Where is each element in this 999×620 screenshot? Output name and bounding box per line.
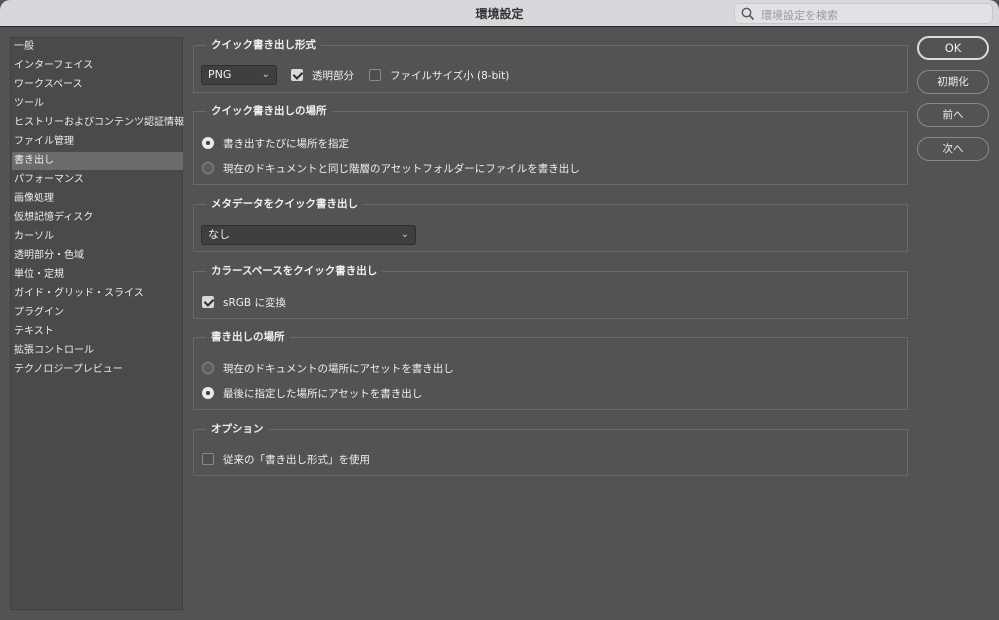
current-document-location-option[interactable]: 現在のドキュメントの場所にアセットを書き出し [202, 360, 454, 376]
reset-button[interactable]: 初期化 [917, 70, 989, 94]
current-document-location-label: 現在のドキュメントの場所にアセットを書き出し [223, 362, 454, 375]
sidebar-item-type[interactable]: テキスト [12, 323, 183, 341]
sidebar-item-cursors[interactable]: カーソル [12, 228, 183, 246]
legacy-export-as-option[interactable]: 従来の「書き出し形式」を使用 [202, 451, 370, 467]
quick-export-location-title: クイック書き出しの場所 [206, 103, 332, 119]
ok-button[interactable]: OK [917, 36, 989, 60]
next-button[interactable]: 次へ [917, 137, 989, 161]
quick-export-location-group: クイック書き出しの場所 書き出すたびに場所を指定 現在のドキュメントと同じ階層の… [193, 103, 908, 185]
sidebar-item-image-processing[interactable]: 画像処理 [12, 190, 183, 208]
metadata-title: メタデータをクイック書き出し [206, 196, 363, 212]
chevron-down-icon: ⌄ [400, 229, 409, 240]
sidebar-item-export[interactable]: 書き出し [12, 152, 183, 170]
sidebar-item-file-handling[interactable]: ファイル管理 [12, 133, 183, 151]
transparency-checkbox[interactable] [291, 69, 303, 81]
metadata-select-value: なし [208, 228, 230, 241]
prev-button[interactable]: 前へ [917, 103, 989, 127]
search-field[interactable]: 環境設定を検索 [734, 3, 993, 24]
last-location-radio[interactable] [202, 387, 214, 399]
current-document-location-radio[interactable] [202, 362, 214, 374]
sidebar-item-workspace[interactable]: ワークスペース [12, 76, 183, 94]
last-location-option[interactable]: 最後に指定した場所にアセットを書き出し [202, 385, 422, 401]
title-bar: 環境設定 環境設定を検索 [0, 0, 999, 27]
ask-location-radio[interactable] [202, 137, 214, 149]
sidebar-item-general[interactable]: 一般 [12, 38, 183, 56]
sidebar-item-scratch-disks[interactable]: 仮想記憶ディスク [12, 209, 183, 227]
transparency-option[interactable]: 透明部分 [291, 67, 354, 83]
sidebar-item-plugins[interactable]: プラグイン [12, 304, 183, 322]
options-group: オプション 従来の「書き出し形式」を使用 [193, 421, 908, 476]
ask-location-label: 書き出すたびに場所を指定 [223, 137, 349, 150]
options-title: オプション [206, 421, 269, 437]
color-space-group: カラースペースをクイック書き出し sRGB に変換 [193, 263, 908, 319]
export-location-group: 書き出しの場所 現在のドキュメントの場所にアセットを書き出し 最後に指定した場所… [193, 329, 908, 410]
ask-location-option[interactable]: 書き出すたびに場所を指定 [202, 135, 349, 151]
sidebar-item-transparency-gamut[interactable]: 透明部分・色域 [12, 247, 183, 265]
search-icon [741, 7, 755, 21]
format-select[interactable]: PNG ⌄ [201, 65, 277, 85]
search-placeholder: 環境設定を検索 [761, 9, 838, 22]
sidebar-item-tools[interactable]: ツール [12, 95, 183, 113]
export-location-title: 書き出しの場所 [206, 329, 290, 345]
quick-export-format-title: クイック書き出し形式 [206, 37, 321, 53]
small-file-size-option[interactable]: ファイルサイズ小 (8-bit) [369, 67, 509, 83]
sidebar-item-guides-grid-slices[interactable]: ガイド・グリッド・スライス [12, 285, 183, 303]
sidebar-item-performance[interactable]: パフォーマンス [12, 171, 183, 189]
sidebar-item-interface[interactable]: インターフェイス [12, 57, 183, 75]
sidebar-item-history[interactable]: ヒストリーおよびコンテンツ認証情報 [12, 114, 184, 132]
chevron-down-icon: ⌄ [261, 69, 270, 80]
convert-srgb-option[interactable]: sRGB に変換 [202, 294, 286, 310]
small-file-size-label: ファイルサイズ小 (8-bit) [390, 69, 510, 82]
format-select-value: PNG [208, 68, 232, 81]
category-sidebar: 一般 インターフェイス ワークスペース ツール ヒストリーおよびコンテンツ認証情… [10, 37, 184, 610]
color-space-title: カラースペースをクイック書き出し [206, 263, 383, 279]
metadata-group: メタデータをクイック書き出し なし ⌄ [193, 196, 908, 252]
sidebar-item-enhanced-controls[interactable]: 拡張コントロール [12, 342, 183, 360]
metadata-select[interactable]: なし ⌄ [201, 225, 416, 245]
sidebar-item-technology-previews[interactable]: テクノロジープレビュー [12, 361, 183, 379]
small-file-size-checkbox[interactable] [369, 69, 381, 81]
transparency-label: 透明部分 [312, 69, 354, 82]
quick-export-format-group: クイック書き出し形式 PNG ⌄ 透明部分 ファイルサイズ小 (8-bit) [193, 37, 908, 93]
preferences-window: 環境設定 環境設定を検索 一般 インターフェイス ワークスペース ツール ヒスト… [0, 0, 999, 620]
convert-srgb-label: sRGB に変換 [223, 296, 286, 309]
convert-srgb-checkbox[interactable] [202, 296, 214, 308]
legacy-export-as-checkbox[interactable] [202, 453, 214, 465]
sidebar-item-units-rulers[interactable]: 単位・定規 [12, 266, 183, 284]
assets-folder-option[interactable]: 現在のドキュメントと同じ階層のアセットフォルダーにファイルを書き出し [202, 160, 580, 176]
assets-folder-label: 現在のドキュメントと同じ階層のアセットフォルダーにファイルを書き出し [223, 162, 580, 175]
legacy-export-as-label: 従来の「書き出し形式」を使用 [223, 453, 370, 466]
last-location-label: 最後に指定した場所にアセットを書き出し [223, 387, 423, 400]
assets-folder-radio[interactable] [202, 162, 214, 174]
